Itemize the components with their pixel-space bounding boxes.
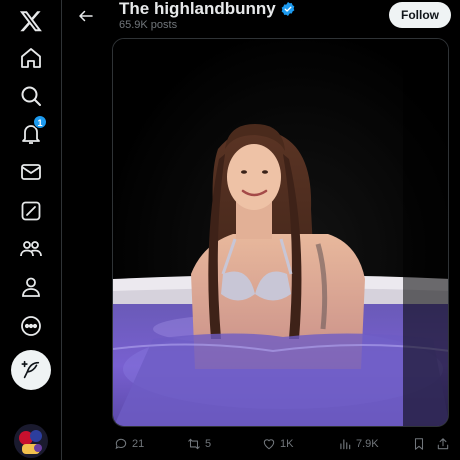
profile-name: The highlandbunny (119, 0, 276, 18)
reply-count: 21 (132, 438, 145, 450)
compose-post-button[interactable] (11, 350, 51, 390)
repost-count: 5 (205, 438, 212, 450)
like-button[interactable]: 1K (262, 433, 293, 455)
notification-badge: 1 (33, 115, 47, 129)
views-chart-icon (340, 439, 351, 450)
title-row: The highlandbunny (119, 0, 296, 19)
views-button[interactable]: 7.9K (338, 433, 379, 455)
notifications-icon[interactable]: 1 (10, 113, 52, 155)
search-icon[interactable] (10, 75, 52, 117)
post-photo (113, 39, 448, 426)
profile-header: The highlandbunny 65.9K posts Follow (62, 0, 460, 38)
post-count: 65.9K posts (119, 19, 178, 31)
bookmark-icon (414, 438, 424, 450)
grok-icon[interactable] (10, 190, 52, 232)
reply-icon (115, 438, 127, 450)
verified-badge-icon (280, 1, 296, 17)
account-avatar[interactable] (14, 424, 48, 458)
communities-icon[interactable] (10, 228, 52, 270)
share-icon (437, 438, 449, 450)
view-count: 7.9K (356, 438, 379, 450)
x-logo-icon[interactable] (10, 0, 52, 42)
feather-plus-icon (21, 360, 40, 379)
share-button[interactable] (436, 433, 450, 455)
messages-icon[interactable] (10, 151, 52, 193)
follow-button[interactable]: Follow (389, 2, 451, 28)
post-media[interactable] (112, 38, 449, 427)
repost-button[interactable]: 5 (187, 433, 211, 455)
like-count: 1K (280, 438, 294, 450)
home-icon[interactable] (10, 37, 52, 79)
bookmark-button[interactable] (412, 433, 426, 455)
post-actions: 21 5 1K 7.9K (112, 433, 452, 455)
heart-icon (263, 439, 275, 450)
repost-icon (188, 438, 200, 450)
side-nav: 1 (0, 0, 62, 460)
more-icon[interactable] (10, 305, 52, 347)
back-arrow-icon[interactable] (74, 4, 98, 28)
reply-button[interactable]: 21 (114, 433, 144, 455)
profile-icon[interactable] (10, 266, 52, 308)
